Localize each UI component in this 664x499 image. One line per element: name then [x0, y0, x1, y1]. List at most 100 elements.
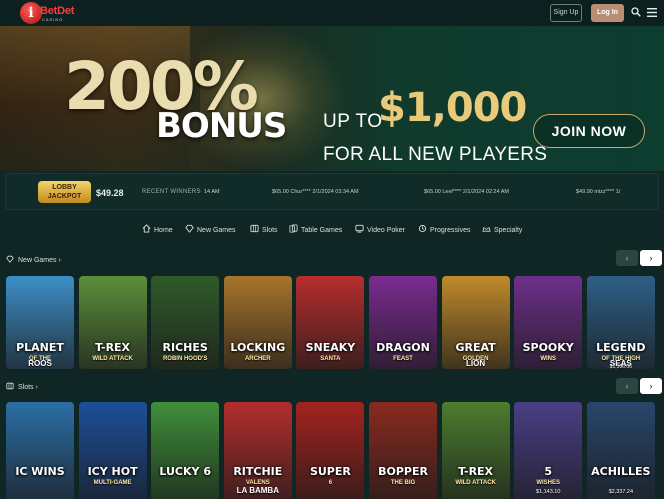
specialty-icon	[482, 226, 491, 232]
chevron-right-icon: ›	[35, 384, 38, 391]
game-tile[interactable]: ICY HOT MULTI-GAME	[78, 402, 147, 499]
slots-icon	[250, 224, 259, 233]
game-tile[interactable]: PLANET OF THE ROOS	[6, 276, 74, 369]
nav-item-table-games[interactable]: Table Games	[289, 224, 342, 238]
nav-item-label: Video Poker	[367, 227, 406, 234]
game-tile[interactable]: IC WINS	[6, 402, 74, 499]
game-title: BOPPER	[378, 465, 428, 478]
slots-next-button[interactable]: ›	[640, 378, 662, 394]
game-tile[interactable]: RICHES ROBIN HOOD'S	[151, 276, 220, 369]
game-tile[interactable]: SUPER 6	[296, 402, 365, 499]
game-tile[interactable]: LOCKING ARCHER	[223, 276, 292, 369]
game-jackpot-amount: $1,143.10	[535, 489, 561, 495]
search-icon[interactable]	[631, 7, 641, 17]
game-title: T-REX	[95, 341, 131, 354]
game-tile[interactable]: T-REX WILD ATTACK	[441, 402, 510, 499]
game-tile[interactable]: LEGEND OF THE HIGH SEAS $1,166.06	[586, 276, 655, 369]
login-button[interactable]: Log In	[591, 4, 624, 22]
nav-item-label: Home	[154, 227, 173, 234]
new-games-prev-button[interactable]: ‹	[616, 250, 638, 266]
lobby-jackpot-badge: LOBBY JACKPOT	[38, 181, 91, 203]
game-tile[interactable]: BOPPER THE BIG	[369, 402, 437, 499]
game-title: PLANET	[16, 341, 64, 354]
bonus-amount: $1,000	[378, 85, 527, 131]
game-subtitle: 6	[328, 480, 333, 486]
slots-prev-button[interactable]: ‹	[616, 378, 638, 394]
game-tile[interactable]: RITCHIE VALENS LA BAMBA	[223, 402, 292, 499]
game-tile[interactable]: T-REX WILD ATTACK	[78, 276, 147, 369]
section-title-label: Slots	[18, 384, 34, 391]
game-tile[interactable]: SNEAKY SANTA	[296, 276, 365, 369]
game-subtitle: ROBIN HOOD'S	[162, 356, 208, 362]
diamond-icon	[6, 255, 14, 263]
nav-item-label: Slots	[262, 227, 278, 234]
nav-item-slots[interactable]: Slots	[250, 224, 278, 238]
game-title-line2: LION	[466, 359, 486, 368]
game-tile[interactable]: GREAT GOLDEN LION	[441, 276, 510, 369]
banner-subline: FOR ALL NEW PLAYERS	[323, 144, 548, 165]
section-title-label: New Games	[18, 257, 57, 264]
game-subtitle: THE BIG	[390, 480, 416, 486]
section-title-slots[interactable]: Slots ›	[6, 382, 38, 391]
hamburger-menu-icon[interactable]	[647, 8, 657, 17]
logo-text: BetDet	[40, 5, 75, 17]
nav-item-label: Specialty	[494, 227, 523, 234]
game-title-line2: ROOS	[28, 359, 52, 368]
game-tile[interactable]: SPOOKY WINS	[514, 276, 583, 369]
game-subtitle: WILD ATTACK	[92, 356, 133, 362]
progressives-icon	[418, 224, 427, 233]
lobby-badge-line2: JACKPOT	[47, 193, 82, 200]
nav-item-video-poker[interactable]: Video Poker	[355, 224, 405, 238]
nav-item-specialty[interactable]: Specialty	[482, 224, 522, 238]
game-title: RITCHIE	[233, 465, 283, 478]
game-title: ACHILLES	[591, 465, 651, 478]
nav-item-label: New Games	[197, 227, 236, 234]
logo-subtext: CASINO	[42, 17, 64, 22]
bonus-word: BONUS	[156, 106, 287, 146]
winner-entry: $65.00 Chur**** 2/1/2024 03:34 AM	[272, 189, 359, 195]
winner-entry: $65.00 Leel**** 2/1/2024 02:24 AM	[424, 189, 510, 195]
game-subtitle: SANTA	[320, 356, 341, 362]
up-to-text: UP TO	[323, 111, 383, 132]
game-tile[interactable]: LUCKY 6	[151, 402, 220, 499]
promo-banner[interactable]: 200% BONUS $1,000 UP TO FOR ALL NEW PLAY…	[0, 26, 664, 171]
game-title: LEGEND	[596, 341, 646, 354]
video-poker-icon	[355, 224, 364, 233]
slots-icon	[6, 382, 14, 390]
game-subtitle: WINS	[540, 356, 557, 362]
game-title: SPOOKY	[522, 341, 574, 354]
game-subtitle: WILD ATTACK	[455, 480, 496, 486]
logo-mark: i	[20, 2, 42, 24]
diamond-icon	[185, 224, 194, 233]
home-icon	[142, 224, 151, 233]
winner-entry: 14 AM	[204, 189, 220, 195]
game-tile[interactable]: DRAGON FEAST	[369, 276, 437, 369]
game-title: LOCKING	[230, 341, 286, 354]
lobby-badge-line1: LOBBY	[52, 184, 77, 191]
game-title: 5	[544, 465, 553, 478]
nav-item-progressives[interactable]: Progressives	[418, 224, 470, 238]
nav-item-home[interactable]: Home	[142, 224, 173, 238]
jackpot-amount: $49.28	[96, 188, 124, 198]
new-games-next-button[interactable]: ›	[640, 250, 662, 266]
nav-item-label: Table Games	[301, 227, 343, 234]
join-now-button[interactable]: JOIN NOW	[533, 114, 645, 148]
game-title: DRAGON	[376, 341, 430, 354]
signup-button[interactable]: Sign Up	[550, 4, 582, 22]
logo[interactable]: i BetDet CASINO	[20, 1, 74, 25]
game-tile[interactable]: 5 WISHES $1,143.10	[514, 402, 583, 499]
game-jackpot-amount: $2,337.24	[608, 489, 634, 495]
game-subtitle: WISHES	[536, 480, 561, 486]
section-title-new-games[interactable]: New Games ›	[6, 255, 61, 264]
game-title: T-REX	[458, 465, 494, 478]
category-nav: Home New Games Slots Table Games Video P…	[0, 224, 664, 238]
recent-winners-label: RECENT WINNERS	[142, 189, 201, 195]
chevron-right-icon: ›	[58, 257, 61, 264]
game-title: IC WINS	[15, 465, 65, 478]
game-title-line2: LA BAMBA	[236, 486, 279, 495]
nav-item-new-games[interactable]: New Games	[185, 224, 236, 238]
game-title: RICHES	[162, 341, 208, 354]
game-title: GREAT	[455, 341, 496, 354]
game-tile[interactable]: ACHILLES $2,337.24	[586, 402, 655, 499]
game-subtitle: ARCHER	[244, 356, 271, 362]
